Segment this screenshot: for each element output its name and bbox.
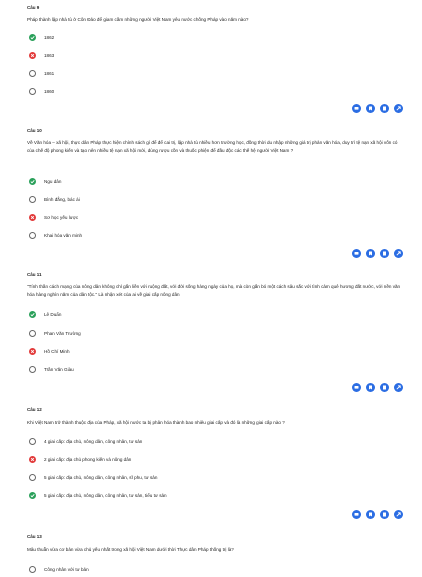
question-actions bbox=[352, 249, 404, 259]
answer-option[interactable]: 5 giai cấp: địa chủ, nông dân, công nhân… bbox=[27, 473, 407, 483]
option-label: Bình đẳng, bác ái bbox=[44, 196, 80, 202]
answer-option[interactable]: 1861 bbox=[27, 69, 407, 79]
wrong-x-icon bbox=[29, 52, 36, 59]
answer-option[interactable]: Khai hóa văn minh bbox=[27, 231, 407, 241]
option-label: 5 giai cấp: địa chủ, nông dân, công nhân… bbox=[44, 474, 158, 480]
bookmark-icon[interactable] bbox=[366, 383, 375, 392]
answer-option[interactable]: Ngu dân bbox=[27, 177, 407, 187]
radio-icon bbox=[29, 330, 36, 337]
answer-option[interactable]: Công nhân với tư bản bbox=[27, 565, 407, 575]
answer-option[interactable]: 2 giai cấp: địa chủ phong kiến và nông d… bbox=[27, 455, 407, 465]
question-text: Pháp thành lập nhà tù ở Côn Đảo để giam … bbox=[27, 17, 249, 22]
question-actions bbox=[352, 510, 404, 520]
wrong-x-icon bbox=[29, 348, 36, 355]
option-label: Hồ Chí Minh bbox=[44, 348, 70, 354]
question-text: Mâu thuẫn vừa cơ bản vừa chủ yếu nhất tr… bbox=[27, 547, 234, 552]
radio-icon bbox=[29, 88, 36, 95]
correct-check-icon bbox=[29, 34, 36, 41]
note-icon[interactable] bbox=[380, 249, 389, 258]
option-label: Ngu dân bbox=[44, 178, 62, 184]
share-icon[interactable] bbox=[394, 249, 403, 258]
note-icon[interactable] bbox=[380, 383, 389, 392]
answer-option[interactable]: Lê Duẩn bbox=[27, 310, 407, 320]
answer-option[interactable]: Sơ học yếu lược bbox=[27, 213, 407, 223]
option-label: 1860 bbox=[44, 88, 55, 94]
comment-icon[interactable] bbox=[352, 510, 361, 519]
radio-icon bbox=[29, 474, 36, 481]
correct-check-icon bbox=[29, 178, 36, 185]
radio-icon bbox=[29, 438, 36, 445]
comment-icon[interactable] bbox=[352, 249, 361, 258]
answer-option[interactable]: Hồ Chí Minh bbox=[27, 347, 407, 357]
question-actions bbox=[352, 383, 404, 393]
radio-icon bbox=[29, 232, 36, 239]
bookmark-icon[interactable] bbox=[366, 104, 375, 113]
quiz-review-page: Câu 9 Pháp thành lập nhà tù ở Côn Đảo để… bbox=[0, 0, 422, 577]
radio-icon bbox=[29, 196, 36, 203]
question-number: Câu 12 bbox=[27, 407, 42, 412]
share-icon[interactable] bbox=[394, 510, 403, 519]
option-label: 1862 bbox=[44, 34, 55, 40]
option-label: Sơ học yếu lược bbox=[44, 214, 79, 220]
wrong-x-icon bbox=[29, 214, 36, 221]
radio-icon bbox=[29, 70, 36, 77]
wrong-x-icon bbox=[29, 456, 36, 463]
option-label: 2 giai cấp: địa chủ phong kiến và nông d… bbox=[44, 456, 132, 462]
radio-icon bbox=[29, 366, 36, 373]
share-icon[interactable] bbox=[394, 104, 403, 113]
answer-option[interactable]: 1862 bbox=[27, 33, 407, 43]
answer-option[interactable]: 1860 bbox=[27, 87, 407, 97]
option-label: 1863 bbox=[44, 52, 55, 58]
answer-option[interactable]: 5 giai cấp: địa chủ, nông dân, công nhân… bbox=[27, 491, 407, 501]
question-number: Câu 10 bbox=[27, 128, 42, 133]
option-label: Phan Văn Trường bbox=[44, 330, 81, 336]
question-number: Câu 9 bbox=[27, 5, 40, 10]
option-label: 4 giai cấp: địa chủ, nông dân, công nhân… bbox=[44, 438, 143, 444]
bookmark-icon[interactable] bbox=[366, 249, 375, 258]
correct-check-icon bbox=[29, 492, 36, 499]
answer-option[interactable]: Bình đẳng, bác ái bbox=[27, 195, 407, 205]
share-icon[interactable] bbox=[394, 383, 403, 392]
radio-icon bbox=[29, 566, 36, 573]
note-icon[interactable] bbox=[380, 510, 389, 519]
answer-option[interactable]: 4 giai cấp: địa chủ, nông dân, công nhân… bbox=[27, 437, 407, 447]
option-label: Khai hóa văn minh bbox=[44, 232, 83, 238]
answer-option[interactable]: 1863 bbox=[27, 51, 407, 61]
answer-option[interactable]: Phan Văn Trường bbox=[27, 329, 407, 339]
comment-icon[interactable] bbox=[352, 383, 361, 392]
option-label: Công nhân với tư bản bbox=[44, 566, 89, 572]
question-number: Câu 13 bbox=[27, 534, 42, 539]
correct-check-icon bbox=[29, 311, 36, 318]
option-label: 1861 bbox=[44, 70, 55, 76]
question-number: Câu 11 bbox=[27, 272, 42, 277]
option-label: Trần Văn Giàu bbox=[44, 366, 74, 372]
question-actions bbox=[352, 104, 404, 114]
answer-option[interactable]: Trần Văn Giàu bbox=[27, 365, 407, 375]
comment-icon[interactable] bbox=[352, 104, 361, 113]
note-icon[interactable] bbox=[380, 104, 389, 113]
question-text: Khi Việt Nam trở thành thuộc địa của Phá… bbox=[27, 420, 285, 425]
question-text: "Tính thần cách mạng của nông dân không … bbox=[27, 284, 401, 297]
option-label: 5 giai cấp: địa chủ, nông dân, công nhân… bbox=[44, 492, 167, 498]
bookmark-icon[interactable] bbox=[366, 510, 375, 519]
option-label: Lê Duẩn bbox=[44, 311, 62, 317]
question-text: Về Văn hóa – xã hội, thực dân Pháp thực … bbox=[27, 140, 398, 153]
